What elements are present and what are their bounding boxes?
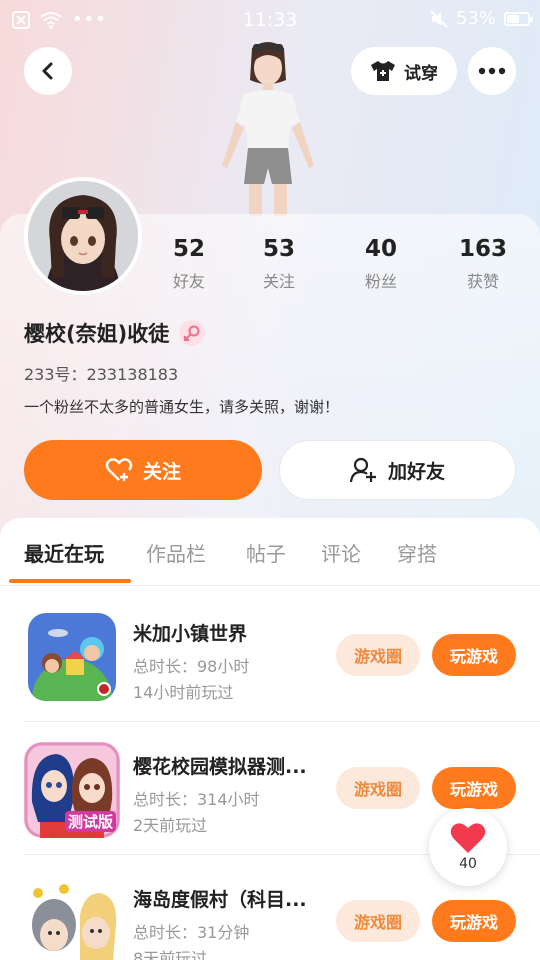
user-name: 樱校(奈姐)收徒 (24, 322, 170, 346)
avatar[interactable] (24, 177, 142, 295)
female-gender-icon (179, 320, 206, 346)
game-circle-button[interactable]: 游戏圈 (336, 767, 420, 809)
add-friend-label: 加好友 (387, 460, 445, 483)
follow-button[interactable]: 关注 (24, 440, 262, 500)
user-id: 233号：233138183 (24, 365, 179, 384)
tab-recently-played[interactable]: 最近在玩 (24, 538, 104, 567)
game-playtime: 总时长：98小时 (133, 657, 250, 676)
user-bio: 一个粉丝不太多的普通女生，请多关照，谢谢！ (24, 398, 340, 416)
heart-icon (450, 823, 486, 853)
game-last-played: 8天前玩过 (133, 949, 208, 960)
back-button[interactable] (24, 47, 72, 95)
tshirt-icon (371, 61, 395, 81)
stat-fans[interactable]: 40 粉丝 (336, 236, 426, 292)
user-name-row: 樱校(奈姐)收徒 (24, 318, 206, 348)
game-title: 米加小镇世界 (133, 623, 248, 645)
game-icon[interactable] (28, 613, 116, 701)
battery-level-fill (507, 14, 519, 23)
try-on-label: 试穿 (404, 63, 438, 84)
stat-label: 关注 (262, 272, 295, 291)
stat-value: 40 (364, 236, 397, 262)
tab-outfits[interactable]: 穿搭 (397, 538, 437, 567)
game-circle-button[interactable]: 游戏圈 (336, 634, 420, 676)
game-playtime: 总时长：31分钟 (133, 923, 250, 942)
stat-following[interactable]: 53 关注 (234, 236, 324, 292)
game-last-played: 14小时前玩过 (133, 683, 234, 702)
tab-comments[interactable]: 评论 (321, 538, 361, 567)
play-game-button[interactable]: 玩游戏 (432, 634, 516, 676)
follow-label: 关注 (142, 460, 181, 483)
avatar-3d-figure (222, 42, 314, 216)
profile-tabs: 最近在玩 作品栏 帖子 评论 穿搭 (0, 520, 540, 586)
game-title: 樱花校园模拟器测... (133, 756, 307, 778)
chevron-left-icon (42, 62, 53, 80)
status-bar: ••• 11:33 53% (0, 0, 540, 40)
add-friend-button[interactable]: 加好友 (279, 440, 516, 500)
game-icon[interactable]: 测试版 (24, 742, 120, 838)
active-tab-indicator (9, 579, 131, 583)
stat-value: 53 (262, 236, 295, 262)
play-game-button[interactable]: 玩游戏 (432, 767, 516, 809)
battery-icon (504, 11, 533, 26)
like-count: 40 (459, 856, 477, 872)
play-game-button[interactable]: 玩游戏 (432, 900, 516, 942)
tab-posts[interactable]: 帖子 (246, 538, 286, 567)
game-title: 海岛度假村（科目... (133, 889, 307, 911)
list-item[interactable]: 米加小镇世界 总时长：98小时 14小时前玩过 游戏圈 玩游戏 (0, 589, 540, 722)
try-on-button[interactable]: 试穿 (351, 47, 457, 95)
game-icon[interactable] (24, 875, 120, 960)
more-options-button[interactable] (468, 47, 516, 95)
user-avatar-image (28, 181, 138, 291)
stat-value: 52 (172, 236, 205, 262)
game-circle-button[interactable]: 游戏圈 (336, 900, 420, 942)
add-user-icon (349, 457, 376, 483)
mute-icon (430, 9, 448, 28)
like-button[interactable]: 40 (429, 808, 507, 886)
game-playtime: 总时长：314小时 (133, 790, 260, 809)
beta-badge: 测试版 (64, 811, 116, 832)
tab-works[interactable]: 作品栏 (146, 538, 206, 567)
heart-plus-icon (105, 458, 133, 481)
game-last-played: 2天前玩过 (133, 816, 208, 835)
stat-value: 163 (458, 236, 507, 262)
stat-likes[interactable]: 163 获赞 (438, 236, 528, 292)
more-dots-icon (478, 67, 506, 75)
battery-percent: 53% (455, 8, 496, 29)
stat-label: 粉丝 (364, 272, 397, 291)
stat-label: 获赞 (466, 272, 499, 291)
stat-label: 好友 (172, 272, 205, 291)
stat-friends[interactable]: 52 好友 (144, 236, 234, 292)
